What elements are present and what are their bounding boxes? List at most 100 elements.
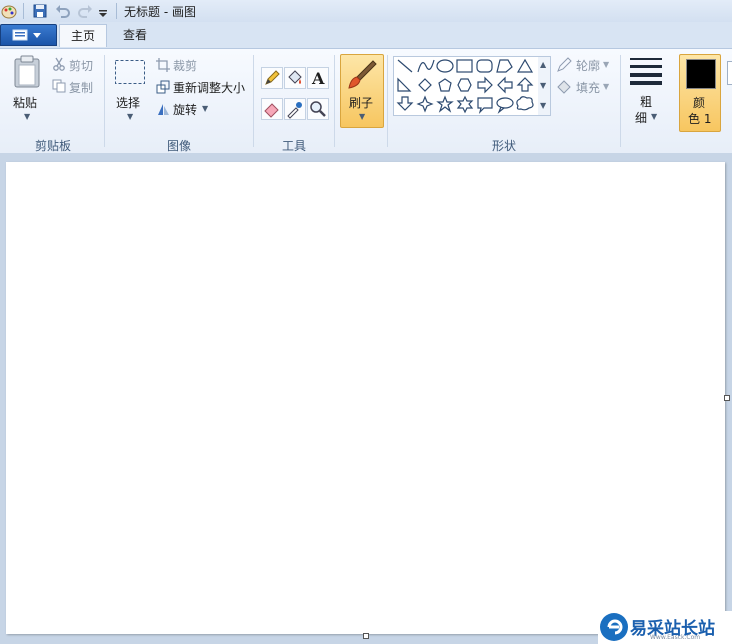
- undo-icon[interactable]: [55, 3, 71, 19]
- rotate-dropdown-arrow[interactable]: ▼: [202, 104, 208, 113]
- arrow-up-shape-icon: [516, 77, 534, 92]
- tools-group-label: 工具: [281, 139, 306, 153]
- ribbon-tab-row: 主页 查看: [0, 22, 732, 48]
- group-separator: [104, 55, 105, 147]
- cut-icon[interactable]: [52, 57, 66, 71]
- shapes-gallery-grid: [396, 58, 534, 114]
- paste-dropdown-arrow[interactable]: ▼: [24, 112, 30, 121]
- outline-label[interactable]: 轮廓: [576, 57, 600, 74]
- resize-handle-right[interactable]: [724, 395, 730, 401]
- resize-icon[interactable]: [156, 80, 170, 94]
- color2-button-edge[interactable]: [727, 61, 732, 85]
- size-lines-icon[interactable]: [629, 57, 663, 85]
- size-label-line1[interactable]: 粗: [640, 93, 652, 110]
- menu-icon: [12, 29, 41, 41]
- scroll-down-icon[interactable]: ▼: [540, 81, 546, 90]
- brushes-dropdown-arrow: ▼: [359, 112, 366, 121]
- group-separator: [620, 55, 621, 147]
- svg-text:A: A: [311, 69, 325, 88]
- paste-icon[interactable]: [13, 55, 41, 89]
- save-icon[interactable]: [32, 3, 48, 19]
- outline-dropdown-arrow[interactable]: ▼: [603, 60, 609, 69]
- text-icon: A: [311, 69, 325, 88]
- diamond-shape-icon: [418, 78, 432, 92]
- paint-menu-button[interactable]: [0, 24, 57, 46]
- fill-dropdown-arrow[interactable]: ▼: [603, 82, 609, 91]
- clipboard-group-label: 剪贴板: [34, 139, 71, 153]
- six-point-star-shape-icon: [456, 95, 474, 114]
- copy-icon[interactable]: [52, 79, 66, 93]
- resize-handle-bottom[interactable]: [363, 633, 369, 639]
- rotate-icon[interactable]: [156, 102, 170, 116]
- site-logo-icon: [600, 613, 628, 641]
- fill-bucket-icon: [288, 70, 302, 84]
- four-point-star-shape-icon: [416, 95, 434, 113]
- cut-label[interactable]: 剪切: [69, 57, 93, 74]
- rect-callout-shape-icon: [477, 97, 493, 114]
- ribbon-panel: 粘贴 ▼ 剪切 复制 剪贴板 选择 ▼ 裁剪 重新调整大小 旋转 ▼ 图像 A …: [0, 48, 732, 154]
- size-dropdown-arrow[interactable]: ▼: [651, 112, 657, 121]
- color1-swatch: [686, 59, 716, 89]
- brushes-button[interactable]: 刷子 ▼: [340, 54, 384, 128]
- workspace: [0, 153, 732, 644]
- pencil-tool[interactable]: [261, 67, 283, 89]
- paste-label[interactable]: 粘贴: [13, 94, 37, 111]
- separator: [116, 3, 117, 19]
- tab-view[interactable]: 查看: [113, 24, 157, 46]
- text-tool[interactable]: A: [307, 67, 329, 89]
- separator: [23, 3, 24, 19]
- crop-icon[interactable]: [156, 58, 170, 72]
- magnifier-tool[interactable]: [307, 98, 329, 120]
- group-separator: [253, 55, 254, 147]
- rounded-rectangle-shape-icon: [476, 59, 493, 73]
- eraser-icon: [264, 103, 279, 118]
- customize-qat-icon[interactable]: [98, 3, 108, 19]
- polygon-shape-icon: [496, 59, 513, 73]
- copy-label[interactable]: 复制: [69, 79, 93, 96]
- eyedropper-icon: [287, 102, 302, 119]
- pencil-icon: [265, 70, 280, 85]
- select-dropdown-arrow[interactable]: ▼: [127, 112, 133, 121]
- cloud-callout-shape-icon: [516, 96, 534, 111]
- oval-shape-icon: [436, 59, 454, 73]
- group-separator: [387, 55, 388, 147]
- arrow-down-shape-icon: [396, 96, 414, 111]
- color-picker-tool[interactable]: [284, 98, 306, 120]
- shapes-gallery[interactable]: [393, 56, 540, 116]
- select-label[interactable]: 选择: [116, 94, 140, 111]
- gallery-expand-icon[interactable]: ▼: [540, 101, 546, 110]
- drawing-canvas[interactable]: [6, 162, 725, 634]
- shapes-scrollbar[interactable]: ▲ ▼ ▼: [538, 56, 551, 116]
- color1-label-line1: 颜: [693, 96, 706, 110]
- image-group-label: 图像: [166, 139, 191, 153]
- redo-icon[interactable]: [77, 3, 93, 19]
- oval-callout-shape-icon: [496, 97, 514, 114]
- group-separator: [334, 55, 335, 147]
- color1-button[interactable]: 颜 色 1: [679, 54, 721, 132]
- scroll-up-icon[interactable]: ▲: [540, 60, 546, 69]
- resize-label[interactable]: 重新调整大小: [173, 79, 245, 96]
- watermark-url: Www.Easck.Com: [650, 634, 701, 641]
- right-triangle-shape-icon: [397, 77, 412, 92]
- outline-icon[interactable]: [556, 57, 572, 73]
- paint-app-icon[interactable]: [1, 3, 17, 19]
- shapes-group-label: 形状: [491, 139, 516, 153]
- window-title: 无标题 - 画图: [124, 5, 196, 19]
- fill-label[interactable]: 填充: [576, 79, 600, 96]
- line-shape-icon: [397, 59, 413, 73]
- fill-icon[interactable]: [556, 79, 572, 95]
- size-label-line2[interactable]: 细: [635, 109, 647, 126]
- crop-label[interactable]: 裁剪: [173, 57, 197, 74]
- color1-label-line2: 色 1: [688, 112, 712, 126]
- fill-tool[interactable]: [284, 67, 306, 89]
- rectangle-shape-icon: [456, 59, 473, 73]
- tab-home[interactable]: 主页: [59, 24, 107, 47]
- pentagon-shape-icon: [438, 78, 452, 92]
- hexagon-shape-icon: [457, 78, 472, 92]
- select-icon[interactable]: [114, 59, 146, 85]
- rotate-label[interactable]: 旋转: [173, 101, 197, 118]
- arrow-left-shape-icon: [497, 76, 513, 94]
- eraser-tool[interactable]: [261, 98, 283, 120]
- title-bar: 无标题 - 画图: [0, 0, 732, 23]
- arrow-right-shape-icon: [477, 76, 493, 94]
